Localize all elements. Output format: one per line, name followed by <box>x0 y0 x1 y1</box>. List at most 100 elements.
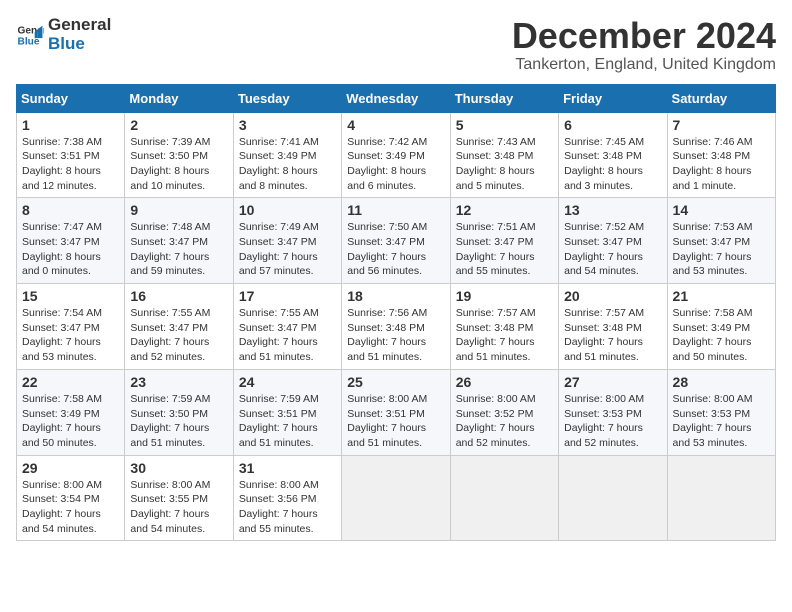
day-number: 22 <box>22 374 119 390</box>
calendar-cell <box>559 455 667 541</box>
day-number: 15 <box>22 288 119 304</box>
weekday-header-sunday: Sunday <box>17 84 125 112</box>
calendar-cell: 24Sunrise: 7:59 AMSunset: 3:51 PMDayligh… <box>233 369 341 455</box>
calendar-cell <box>342 455 450 541</box>
day-info: Sunrise: 7:47 AMSunset: 3:47 PMDaylight:… <box>22 220 119 279</box>
calendar-cell: 10 Sunrise: 7:49 AMSunset: 3:47 PMDayligh… <box>233 198 341 284</box>
day-info: Sunrise: 7:55 AMSunset: 3:47 PMDaylight:… <box>239 306 336 365</box>
calendar-cell: 14Sunrise: 7:53 AMSunset: 3:47 PMDayligh… <box>667 198 775 284</box>
day-info: Sunrise: 7:39 AMSunset: 3:50 PMDaylight:… <box>130 135 227 194</box>
day-info: Sunrise: 7:59 AMSunset: 3:50 PMDaylight:… <box>130 392 227 451</box>
logo: General Blue General Blue <box>16 16 111 53</box>
day-number: 9 <box>130 202 227 218</box>
calendar-cell: 15 Sunrise: 7:54 AMSunset: 3:47 PMDayligh… <box>17 284 125 370</box>
day-number: 18 <box>347 288 444 304</box>
calendar-cell <box>667 455 775 541</box>
title-block: December 2024 Tankerton, England, United… <box>512 16 776 74</box>
day-number: 10 <box>239 202 336 218</box>
day-info: Sunrise: 7:49 AMSunset: 3:47 PMDaylight:… <box>239 220 336 279</box>
day-number: 6 <box>564 117 661 133</box>
day-info: Sunrise: 7:41 AMSunset: 3:49 PMDaylight:… <box>239 135 336 194</box>
day-number: 3 <box>239 117 336 133</box>
calendar-title: December 2024 <box>512 16 776 56</box>
day-number: 23 <box>130 374 227 390</box>
page-header: General Blue General Blue December 2024 … <box>16 16 776 74</box>
calendar-cell <box>450 455 558 541</box>
calendar-cell: 11Sunrise: 7:50 AMSunset: 3:47 PMDayligh… <box>342 198 450 284</box>
day-info: Sunrise: 7:42 AMSunset: 3:49 PMDaylight:… <box>347 135 444 194</box>
calendar-cell: 2 Sunrise: 7:39 AMSunset: 3:50 PMDaylight… <box>125 112 233 198</box>
day-info: Sunrise: 7:51 AMSunset: 3:47 PMDaylight:… <box>456 220 553 279</box>
day-number: 12 <box>456 202 553 218</box>
calendar-cell: 19Sunrise: 7:57 AMSunset: 3:48 PMDayligh… <box>450 284 558 370</box>
day-number: 7 <box>673 117 770 133</box>
day-info: Sunrise: 7:54 AMSunset: 3:47 PMDaylight:… <box>22 306 119 365</box>
day-info: Sunrise: 8:00 AMSunset: 3:55 PMDaylight:… <box>130 478 227 537</box>
day-info: Sunrise: 8:00 AMSunset: 3:52 PMDaylight:… <box>456 392 553 451</box>
day-number: 19 <box>456 288 553 304</box>
calendar-cell: 12 Sunrise: 7:51 AMSunset: 3:47 PMDayligh… <box>450 198 558 284</box>
calendar-cell: 6 Sunrise: 7:45 AMSunset: 3:48 PMDaylight… <box>559 112 667 198</box>
day-number: 17 <box>239 288 336 304</box>
calendar-cell: 9 Sunrise: 7:48 AMSunset: 3:47 PMDaylight… <box>125 198 233 284</box>
calendar-cell: 26 Sunrise: 8:00 AMSunset: 3:52 PMDayligh… <box>450 369 558 455</box>
day-info: Sunrise: 7:53 AMSunset: 3:47 PMDaylight:… <box>673 220 770 279</box>
day-info: Sunrise: 7:38 AMSunset: 3:51 PMDaylight:… <box>22 135 119 194</box>
day-number: 11 <box>347 202 444 218</box>
logo-line2: Blue <box>48 35 111 54</box>
day-info: Sunrise: 7:52 AMSunset: 3:47 PMDaylight:… <box>564 220 661 279</box>
calendar-week-4: 22 Sunrise: 7:58 AMSunset: 3:49 PMDayligh… <box>17 369 776 455</box>
calendar-week-1: 1 Sunrise: 7:38 AMSunset: 3:51 PMDaylight… <box>17 112 776 198</box>
calendar-cell: 30 Sunrise: 8:00 AMSunset: 3:55 PMDayligh… <box>125 455 233 541</box>
calendar-cell: 28 Sunrise: 8:00 AMSunset: 3:53 PMDayligh… <box>667 369 775 455</box>
calendar-table: SundayMondayTuesdayWednesdayThursdayFrid… <box>16 84 776 542</box>
day-number: 28 <box>673 374 770 390</box>
calendar-cell: 31Sunrise: 8:00 AMSunset: 3:56 PMDayligh… <box>233 455 341 541</box>
weekday-header-tuesday: Tuesday <box>233 84 341 112</box>
calendar-cell: 3 Sunrise: 7:41 AMSunset: 3:49 PMDaylight… <box>233 112 341 198</box>
day-number: 26 <box>456 374 553 390</box>
calendar-cell: 4Sunrise: 7:42 AMSunset: 3:49 PMDaylight… <box>342 112 450 198</box>
logo-icon: General Blue <box>16 21 44 49</box>
calendar-week-2: 8Sunrise: 7:47 AMSunset: 3:47 PMDaylight… <box>17 198 776 284</box>
calendar-cell: 13 Sunrise: 7:52 AMSunset: 3:47 PMDayligh… <box>559 198 667 284</box>
day-number: 20 <box>564 288 661 304</box>
day-info: Sunrise: 8:00 AMSunset: 3:53 PMDaylight:… <box>673 392 770 451</box>
day-info: Sunrise: 7:55 AMSunset: 3:47 PMDaylight:… <box>130 306 227 365</box>
day-number: 31 <box>239 460 336 476</box>
calendar-cell: 20 Sunrise: 7:57 AMSunset: 3:48 PMDayligh… <box>559 284 667 370</box>
day-info: Sunrise: 8:00 AMSunset: 3:53 PMDaylight:… <box>564 392 661 451</box>
calendar-cell: 18 Sunrise: 7:56 AMSunset: 3:48 PMDayligh… <box>342 284 450 370</box>
day-number: 27 <box>564 374 661 390</box>
day-info: Sunrise: 7:48 AMSunset: 3:47 PMDaylight:… <box>130 220 227 279</box>
day-number: 30 <box>130 460 227 476</box>
day-number: 1 <box>22 117 119 133</box>
day-info: Sunrise: 8:00 AMSunset: 3:51 PMDaylight:… <box>347 392 444 451</box>
weekday-header-monday: Monday <box>125 84 233 112</box>
calendar-week-3: 15 Sunrise: 7:54 AMSunset: 3:47 PMDayligh… <box>17 284 776 370</box>
calendar-subtitle: Tankerton, England, United Kingdom <box>512 56 776 74</box>
weekday-header-friday: Friday <box>559 84 667 112</box>
day-info: Sunrise: 7:59 AMSunset: 3:51 PMDaylight:… <box>239 392 336 451</box>
day-number: 13 <box>564 202 661 218</box>
day-number: 2 <box>130 117 227 133</box>
day-number: 16 <box>130 288 227 304</box>
day-number: 21 <box>673 288 770 304</box>
day-number: 29 <box>22 460 119 476</box>
calendar-week-5: 29Sunrise: 8:00 AMSunset: 3:54 PMDayligh… <box>17 455 776 541</box>
calendar-cell: 29Sunrise: 8:00 AMSunset: 3:54 PMDayligh… <box>17 455 125 541</box>
day-info: Sunrise: 7:58 AMSunset: 3:49 PMDaylight:… <box>22 392 119 451</box>
weekday-header-row: SundayMondayTuesdayWednesdayThursdayFrid… <box>17 84 776 112</box>
calendar-cell: 7Sunrise: 7:46 AMSunset: 3:48 PMDaylight… <box>667 112 775 198</box>
day-info: Sunrise: 7:56 AMSunset: 3:48 PMDaylight:… <box>347 306 444 365</box>
day-number: 5 <box>456 117 553 133</box>
calendar-cell: 17 Sunrise: 7:55 AMSunset: 3:47 PMDayligh… <box>233 284 341 370</box>
calendar-cell: 21Sunrise: 7:58 AMSunset: 3:49 PMDayligh… <box>667 284 775 370</box>
calendar-cell: 27 Sunrise: 8:00 AMSunset: 3:53 PMDayligh… <box>559 369 667 455</box>
weekday-header-wednesday: Wednesday <box>342 84 450 112</box>
calendar-cell: 25Sunrise: 8:00 AMSunset: 3:51 PMDayligh… <box>342 369 450 455</box>
logo-line1: General <box>48 16 111 35</box>
day-info: Sunrise: 7:43 AMSunset: 3:48 PMDaylight:… <box>456 135 553 194</box>
day-info: Sunrise: 7:45 AMSunset: 3:48 PMDaylight:… <box>564 135 661 194</box>
day-info: Sunrise: 7:57 AMSunset: 3:48 PMDaylight:… <box>564 306 661 365</box>
